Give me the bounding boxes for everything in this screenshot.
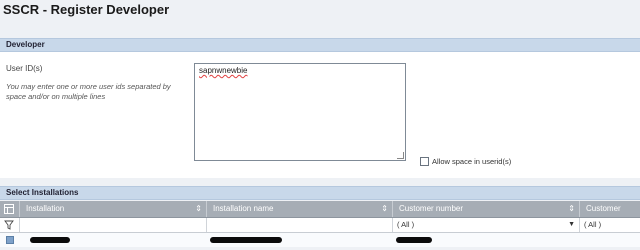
filter-value: ( All ) [584,220,602,229]
filter-row: ( All ) ▼ ( All ) [0,218,640,233]
filter-customer-number[interactable]: ( All ) ▼ [393,218,580,232]
installations-section-title: Select Installations [6,188,79,197]
table-settings-cell[interactable] [0,201,20,217]
developer-section-header: Developer [0,38,640,52]
allow-space-checkbox[interactable] [420,157,429,166]
allow-space-option[interactable]: Allow space in userid(s) [420,157,511,166]
table-row[interactable] [0,233,640,247]
redacted-installation [30,237,70,243]
table-settings-icon[interactable] [4,204,14,214]
filter-icon-cell[interactable] [0,218,20,232]
chevron-down-icon[interactable]: ▼ [568,218,575,232]
redacted-installation-name [210,237,282,243]
allow-space-label: Allow space in userid(s) [432,157,512,166]
resize-handle-icon[interactable] [397,152,404,159]
column-label: Installation [26,204,65,213]
sort-icon[interactable]: ⇕ [381,201,388,217]
column-header-installation[interactable]: Installation ⇕ [20,201,207,217]
userid-hint: You may enter one or more user ids separ… [6,82,171,101]
column-header-installation-name[interactable]: Installation name ⇕ [207,201,393,217]
filter-value: ( All ) [397,220,415,229]
userid-label: User ID(s) [6,64,43,73]
filter-icon[interactable] [3,219,15,231]
row-selector[interactable] [6,236,14,244]
column-label: Installation name [213,204,274,213]
developer-section-title: Developer [6,40,45,49]
page-title: SSCR - Register Developer [3,2,170,17]
installations-section-header: Select Installations [0,186,640,200]
column-label: Customer number [399,204,464,213]
sort-icon[interactable]: ⇕ [568,201,575,217]
filter-installation[interactable] [20,218,207,232]
column-header-customer-name[interactable]: Customer name [580,201,640,229]
redacted-customer-number [396,237,432,243]
filter-installation-name[interactable] [207,218,393,232]
filter-customer-name[interactable]: ( All ) [580,218,640,232]
sort-icon[interactable]: ⇕ [195,201,202,217]
userid-value: sapnwnewbie [199,66,248,75]
table-header-row: Installation ⇕ Installation name ⇕ Custo… [0,201,640,229]
column-header-customer-number[interactable]: Customer number ⇕ [393,201,580,217]
userid-textarea[interactable]: sapnwnewbie [194,63,406,161]
